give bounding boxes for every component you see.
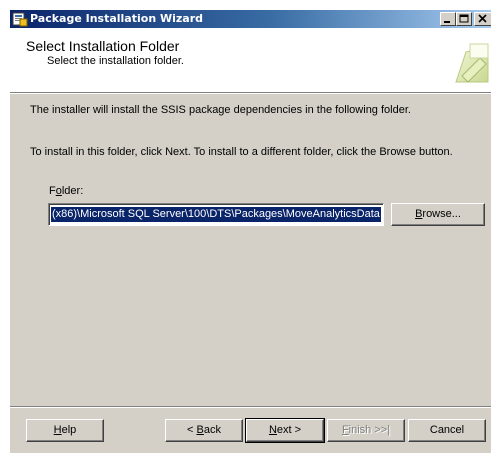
back-button[interactable]: < Back [165, 419, 243, 442]
header-divider [10, 93, 491, 94]
title-bar[interactable]: Package Installation Wizard [10, 10, 491, 28]
browse-button[interactable]: Browse... [391, 203, 485, 226]
next-accel: N [268, 424, 277, 436]
info-text-1: The installer will install the SSIS pack… [30, 104, 411, 116]
wizard-banner-icon [455, 43, 489, 83]
next-button[interactable]: Next > [245, 418, 325, 443]
info-text-2: To install in this folder, click Next. T… [30, 146, 453, 158]
page-title: Select Installation Folder [26, 38, 180, 54]
minimize-icon [444, 21, 450, 23]
maximize-icon [459, 14, 469, 23]
folder-path-input[interactable]: (x86)\Microsoft SQL Server\100\DTS\Packa… [48, 203, 384, 226]
help-label: elp [61, 424, 77, 436]
cancel-button[interactable]: Cancel [408, 419, 486, 442]
back-pre: < [187, 424, 197, 436]
browse-label: rowse... [422, 208, 461, 220]
page-subtitle: Select the installation folder. [47, 55, 184, 67]
wizard-header: Select Installation Folder Select the in… [10, 28, 491, 93]
help-button[interactable]: Help [26, 419, 104, 442]
back-label: ack [203, 424, 221, 436]
folder-label: Folder: [49, 185, 83, 197]
maximize-button[interactable] [456, 12, 472, 26]
window-title: Package Installation Wizard [30, 12, 204, 25]
minimize-button[interactable] [440, 12, 456, 26]
folder-label-pre: F [49, 185, 56, 197]
close-button[interactable] [474, 12, 491, 26]
wizard-window: Package Installation Wizard Select Insta… [9, 9, 491, 453]
folder-path-value: (x86)\Microsoft SQL Server\100\DTS\Packa… [50, 206, 382, 223]
footer-divider-highlight [10, 407, 491, 408]
cancel-label: Cancel [429, 424, 465, 436]
next-label: ext > [276, 424, 302, 436]
close-icon [478, 14, 487, 23]
finish-accel: F [341, 424, 349, 436]
wizard-app-icon [12, 12, 28, 27]
finish-label: inish >>| [348, 424, 391, 436]
finish-button[interactable]: Finish >>| [327, 419, 405, 442]
help-accel: H [53, 424, 62, 436]
folder-label-post: lder: [61, 185, 84, 197]
back-accel: B [196, 424, 204, 436]
